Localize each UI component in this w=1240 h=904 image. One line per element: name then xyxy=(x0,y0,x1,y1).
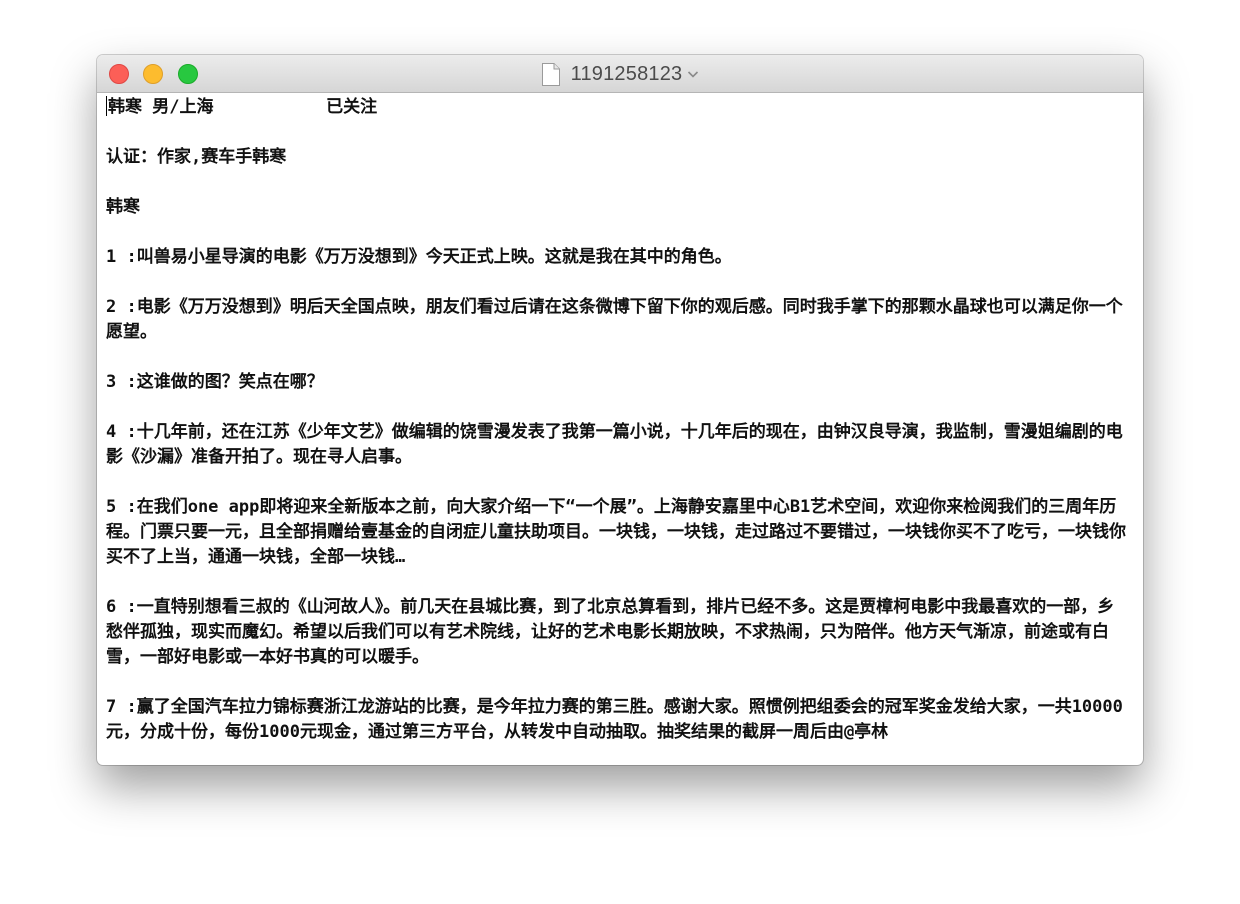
window-title-group[interactable]: 1191258123 xyxy=(97,55,1143,93)
document-icon xyxy=(541,62,560,86)
post-1: 1 :叫兽易小星导演的电影《万万没想到》今天正式上映。这就是我在其中的角色。 xyxy=(106,247,732,267)
profile-header-line: 韩寒 男/上海 已关注 xyxy=(106,95,1131,120)
title-bar[interactable]: 1191258123 xyxy=(97,55,1143,93)
post-2: 2 :电影《万万没想到》明后天全国点映，朋友们看过后请在这条微博下留下你的观后感… xyxy=(106,297,1123,342)
textedit-window: 1191258123 韩寒 男/上海 已关注 认证：作家,赛车手韩寒 韩寒 1 … xyxy=(97,55,1143,765)
post-7: 7 :赢了全国汽车拉力锦标赛浙江龙游站的比赛，是今年拉力赛的第三胜。感谢大家。照… xyxy=(106,697,1123,742)
chevron-down-icon[interactable] xyxy=(687,69,699,79)
follow-status: 已关注 xyxy=(326,97,378,117)
text-cursor xyxy=(106,96,107,116)
name-line: 韩寒 xyxy=(106,197,140,217)
document-text-area[interactable]: 韩寒 男/上海 已关注 认证：作家,赛车手韩寒 韩寒 1 :叫兽易小星导演的电影… xyxy=(97,93,1143,765)
post-4: 4 :十几年前，还在江苏《少年文艺》做编辑的饶雪漫发表了我第一篇小说，十几年后的… xyxy=(106,422,1123,467)
window-title: 1191258123 xyxy=(570,62,683,85)
post-6: 6 :一直特别想看三叔的《山河故人》。前几天在县城比赛，到了北京总算看到，排片已… xyxy=(106,597,1115,667)
post-5: 5 :在我们one app即将迎来全新版本之前，向大家介绍一下“一个展”。上海静… xyxy=(106,497,1126,567)
profile-name-location: 韩寒 男/上海 xyxy=(108,97,214,117)
post-3: 3 :这谁做的图？笑点在哪？ xyxy=(106,372,324,392)
verification-line: 认证：作家,赛车手韩寒 xyxy=(106,147,287,167)
